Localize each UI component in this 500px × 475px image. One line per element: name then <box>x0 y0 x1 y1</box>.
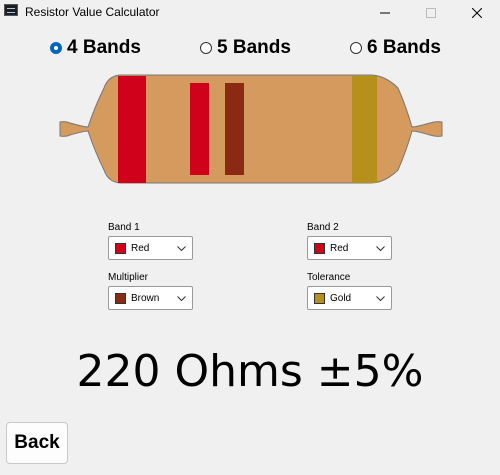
radio-5-bands-label: 5 Bands <box>217 37 291 58</box>
band2-value: Red <box>330 242 349 254</box>
minimize-icon <box>380 12 390 14</box>
back-button[interactable]: Back <box>6 422 68 464</box>
radio-6-bands-label: 6 Bands <box>367 37 441 58</box>
resistor-band-multiplier <box>225 83 244 175</box>
multiplier-selector: Multiplier Brown <box>108 272 198 310</box>
color-swatch <box>314 292 325 304</box>
window-title: Resistor Value Calculator <box>25 5 160 19</box>
tolerance-value: Gold <box>330 292 352 304</box>
radio-4-bands-label: 4 Bands <box>67 37 141 58</box>
band1-label: Band 1 <box>108 222 140 233</box>
band2-label: Band 2 <box>307 222 339 233</box>
chevron-down-icon <box>376 246 385 252</box>
band2-dropdown[interactable]: Red <box>307 236 392 260</box>
resistor-body <box>59 74 443 184</box>
radio-button-icon[interactable] <box>50 42 62 54</box>
minimize-button[interactable] <box>362 0 408 26</box>
resistor-band-1 <box>118 76 146 183</box>
close-button[interactable] <box>454 0 500 26</box>
title-bar: Resistor Value Calculator <box>0 0 500 26</box>
color-swatch <box>115 292 126 304</box>
tolerance-selector: Tolerance Gold <box>307 272 397 310</box>
resistor-illustration <box>59 74 443 184</box>
chevron-down-icon <box>177 246 186 252</box>
tolerance-label: Tolerance <box>307 272 351 283</box>
color-swatch <box>115 242 126 254</box>
maximize-button[interactable] <box>408 0 454 26</box>
color-swatch <box>314 242 325 254</box>
band1-selector: Band 1 Red <box>108 222 198 260</box>
multiplier-dropdown[interactable]: Brown <box>108 286 193 310</box>
radio-4-bands[interactable]: 4 Bands <box>50 36 141 60</box>
maximize-icon <box>426 8 436 18</box>
app-icon <box>4 4 18 16</box>
multiplier-value: Brown <box>131 292 160 304</box>
radio-6-bands[interactable]: 6 Bands <box>350 36 441 60</box>
band2-selector: Band 2 Red <box>307 222 397 260</box>
resistor-band-tolerance <box>352 76 377 183</box>
chevron-down-icon <box>376 296 385 302</box>
chevron-down-icon <box>177 296 186 302</box>
radio-button-icon[interactable] <box>200 42 212 54</box>
close-icon <box>472 8 482 18</box>
radio-5-bands[interactable]: 5 Bands <box>200 36 291 60</box>
multiplier-label: Multiplier <box>108 272 149 283</box>
resistance-result: 220 Ohms ±5% <box>76 346 424 397</box>
band1-value: Red <box>131 242 150 254</box>
band1-dropdown[interactable]: Red <box>108 236 193 260</box>
tolerance-dropdown[interactable]: Gold <box>307 286 392 310</box>
resistor-band-2 <box>190 83 209 175</box>
radio-button-icon[interactable] <box>350 42 362 54</box>
